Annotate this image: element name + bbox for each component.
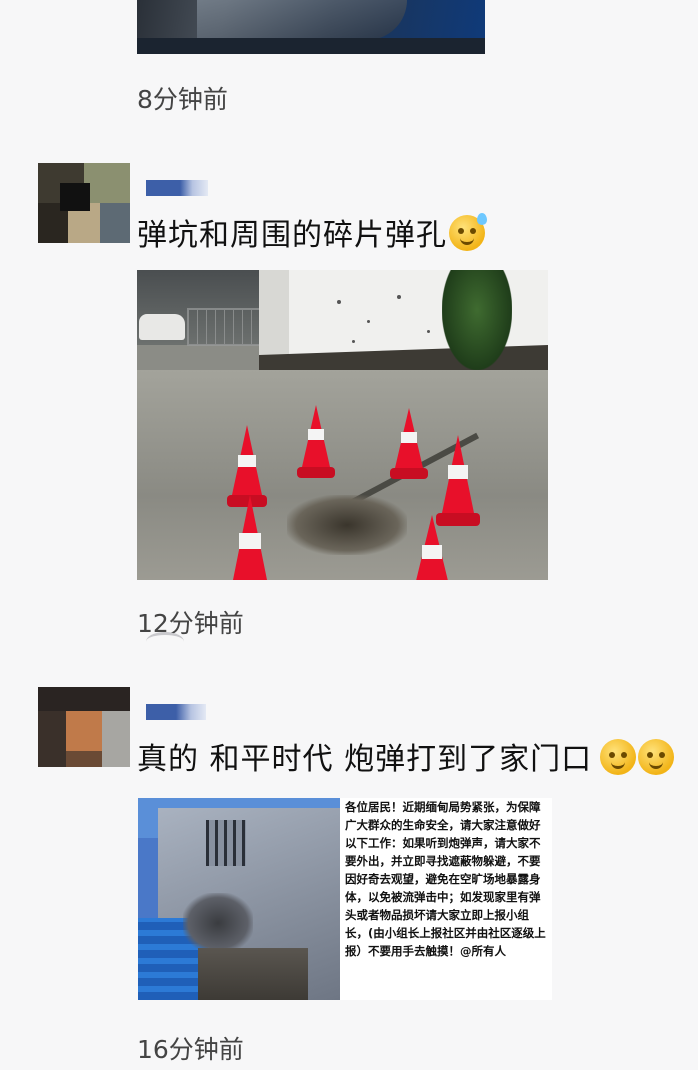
traffic-cone <box>390 408 428 486</box>
traffic-cone <box>415 515 449 580</box>
post-image-damaged-building[interactable] <box>138 798 340 1000</box>
parked-car <box>139 314 185 340</box>
tree <box>442 270 512 370</box>
window-grille <box>206 820 246 866</box>
post-text-content: 弹坑和周围的碎片弹孔 <box>137 218 447 253</box>
smile-emoji-icon <box>600 739 637 775</box>
username-redacted[interactable] <box>146 180 208 196</box>
car-window-shape <box>197 0 407 40</box>
wall-shadow <box>259 270 289 358</box>
post-image-car[interactable] <box>137 0 485 54</box>
sweat-emoji-icon <box>449 213 487 251</box>
notice-text: 各位居民！近期缅甸局势紧张，为保障广大群众的生命安全，请大家注意做好以下工作：如… <box>345 800 546 958</box>
avatar[interactable] <box>38 687 130 767</box>
post-text-content: 真的 和平时代 炮弹打到了家门口 <box>137 742 593 777</box>
crater <box>287 495 407 555</box>
blast-damage <box>183 893 253 953</box>
fence <box>187 308 261 346</box>
traffic-cone <box>297 405 335 485</box>
post-text: 弹坑和周围的碎片弹孔 <box>137 210 487 254</box>
loading-arc <box>146 632 184 651</box>
debris <box>198 948 308 1000</box>
smile-emoji-icon <box>638 739 675 775</box>
notice-image[interactable]: 各位居民！近期缅甸局势紧张，为保障广大群众的生命安全，请大家注意做好以下工作：如… <box>340 798 552 1000</box>
traffic-cone <box>232 495 268 580</box>
car-door-edge <box>137 38 485 54</box>
username-redacted[interactable] <box>146 704 206 720</box>
avatar[interactable] <box>38 163 130 243</box>
post-timestamp: 8分钟前 <box>137 85 228 114</box>
post-image-crater[interactable] <box>137 270 548 580</box>
post-timestamp: 16分钟前 <box>137 1035 244 1064</box>
post-text: 真的 和平时代 炮弹打到了家门口 <box>137 734 675 778</box>
